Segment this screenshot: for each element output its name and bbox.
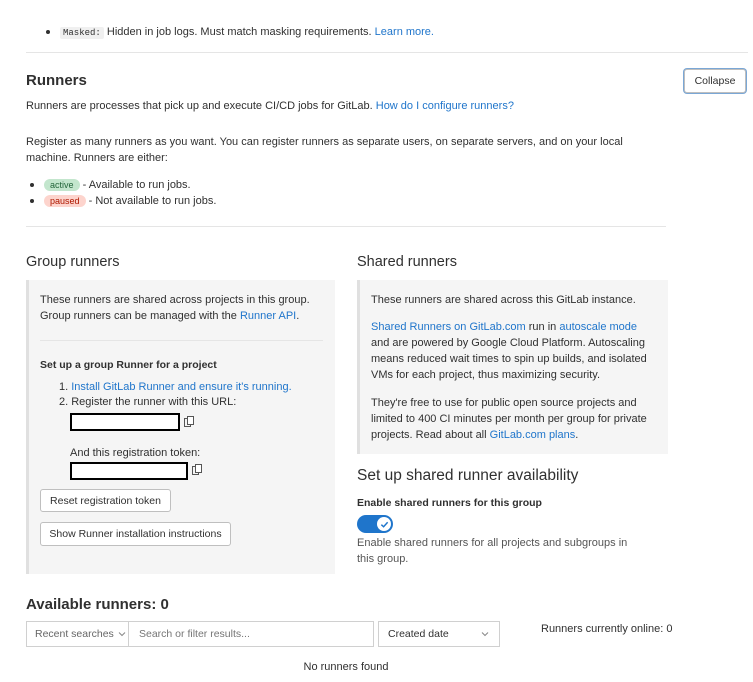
toggle-label: Enable shared runners for this group: [357, 497, 542, 509]
check-icon: [380, 521, 388, 528]
step-2: 2. Register the runner with this URL:: [59, 396, 237, 408]
masked-code: Masked:: [60, 27, 104, 39]
empty-state: No runners found: [303, 661, 389, 673]
runners-title: Runners: [26, 72, 87, 89]
masked-text: Hidden in job logs. Must match masking r…: [106, 26, 372, 38]
install-runner-link[interactable]: Install GitLab Runner and ensure it's ru…: [71, 381, 291, 393]
shared-p2-rest: and are powered by Google Cloud Platform…: [371, 337, 647, 381]
availability-title: Set up shared runner availability: [357, 467, 579, 484]
group-intro-end: .: [296, 310, 300, 322]
registration-token-redacted: [70, 462, 188, 480]
shared-p2-mid: run in: [528, 321, 557, 333]
show-instructions-button[interactable]: Show Runner installation instructions: [40, 522, 231, 546]
search-input[interactable]: [128, 621, 374, 647]
active-badge: active: [44, 179, 80, 191]
setup-steps: 1. Install GitLab Runner and ensure it's…: [59, 380, 319, 410]
paused-badge: paused: [44, 195, 86, 207]
shared-runners-gitlab-link[interactable]: Shared Runners on GitLab.com: [371, 321, 526, 333]
available-runners-title: Available runners: 0: [26, 596, 169, 613]
shared-runners-panel: These runners are shared across this Git…: [357, 280, 668, 454]
runners-desc: Runners are processes that pick up and e…: [26, 99, 666, 113]
learn-more-link[interactable]: Learn more.: [375, 26, 434, 38]
group-intro: These runners are shared across projects…: [40, 292, 320, 324]
copy-url-icon[interactable]: [184, 416, 194, 428]
group-runners-title: Group runners: [26, 254, 120, 270]
shared-runners-toggle[interactable]: [357, 515, 393, 533]
runners-online: Runners currently online: 0: [541, 623, 673, 635]
runners-desc-text: Runners are processes that pick up and e…: [26, 100, 373, 112]
panel-divider: [40, 340, 323, 341]
shared-runners-title: Shared runners: [357, 254, 457, 270]
runner-api-link[interactable]: Runner API: [240, 310, 296, 322]
shared-p3-end: .: [575, 429, 579, 441]
masked-list: Masked: Hidden in job logs. Must match m…: [42, 24, 722, 41]
masked-item: Masked: Hidden in job logs. Must match m…: [42, 24, 722, 41]
state-active-text: - Available to run jobs.: [82, 179, 191, 191]
reset-token-button[interactable]: Reset registration token: [40, 489, 171, 512]
copy-token-icon[interactable]: [192, 464, 202, 476]
shared-free-text: They're free to use for public open sour…: [371, 395, 656, 443]
group-runners-panel: These runners are shared across projects…: [26, 280, 335, 574]
state-active: active - Available to run jobs.: [26, 177, 426, 193]
toggle-help: Enable shared runners for all projects a…: [357, 537, 628, 565]
divider: [26, 226, 666, 227]
configure-runners-link[interactable]: How do I configure runners?: [376, 100, 514, 112]
sort-value: Created date: [388, 628, 449, 640]
registration-url-redacted: [70, 413, 180, 431]
toggle-knob: [377, 517, 391, 531]
shared-intro: These runners are shared across this Git…: [371, 294, 636, 306]
shared-autoscale-text: Shared Runners on GitLab.com run in auto…: [371, 319, 656, 383]
step-1: 1. Install GitLab Runner and ensure it's…: [59, 380, 319, 395]
sort-select[interactable]: Created date: [378, 621, 500, 647]
chevron-down-icon: [118, 632, 126, 637]
register-text: Register as many runners as you want. Yo…: [26, 136, 623, 164]
runner-states: active - Available to run jobs. paused -…: [26, 177, 426, 209]
step-1-num: 1.: [59, 381, 69, 393]
state-paused-text: - Not available to run jobs.: [88, 195, 217, 207]
gitlab-plans-link[interactable]: GitLab.com plans: [490, 429, 576, 441]
recent-searches-dropdown[interactable]: Recent searches: [26, 621, 129, 647]
recent-searches-label: Recent searches: [35, 628, 114, 640]
collapse-button[interactable]: Collapse: [684, 69, 746, 93]
autoscale-mode-link[interactable]: autoscale mode: [559, 321, 637, 333]
token-label: And this registration token:: [70, 447, 201, 459]
setup-group-title: Set up a group Runner for a project: [40, 359, 217, 371]
chevron-down-icon: [481, 632, 489, 637]
divider: [26, 52, 748, 53]
state-paused: paused - Not available to run jobs.: [26, 193, 426, 209]
